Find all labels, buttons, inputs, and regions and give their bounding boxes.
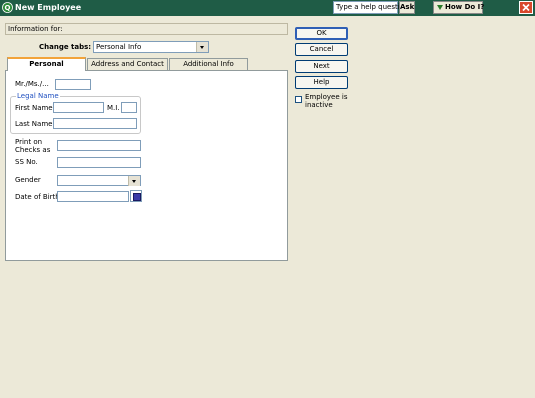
dob-label: Date of Birth (15, 193, 60, 201)
ask-button[interactable]: Ask (399, 1, 415, 14)
tab-personal[interactable]: Personal (7, 57, 86, 71)
salutation-input[interactable] (55, 79, 91, 90)
change-tabs-value: Personal Info (96, 43, 142, 51)
print-on-checks-label-line2: Checks as (15, 146, 51, 154)
close-icon (522, 3, 530, 12)
calendar-button[interactable] (130, 190, 142, 202)
info-label: Information for: (8, 25, 63, 33)
first-name-label: First Name (15, 104, 53, 112)
how-do-i-button[interactable]: How Do I? (433, 1, 485, 14)
next-button[interactable]: Next (295, 60, 348, 73)
middle-initial-label: M.I. (107, 104, 120, 112)
chevron-down-icon (132, 180, 136, 183)
triangle-down-icon (437, 5, 443, 10)
employee-inactive-label: Employee is inactive (305, 93, 348, 109)
app-icon: Q (2, 2, 13, 13)
last-name-label: Last Name (15, 120, 53, 128)
dob-input[interactable] (57, 191, 129, 202)
change-tabs-select[interactable]: Personal Info (93, 41, 209, 53)
ok-button[interactable]: OK (295, 27, 348, 40)
gender-select[interactable] (57, 175, 141, 186)
change-tabs-label: Change tabs: (39, 43, 92, 51)
middle-initial-input[interactable] (121, 102, 137, 113)
first-name-input[interactable] (53, 102, 104, 113)
dropdown-button[interactable] (196, 42, 208, 52)
help-button[interactable]: Help (295, 76, 348, 89)
last-name-input[interactable] (53, 118, 137, 129)
calendar-icon (133, 193, 141, 201)
legal-name-title: Legal Name (16, 92, 60, 101)
tab-address-and-contact[interactable]: Address and Contact (87, 58, 168, 70)
help-search-input[interactable]: Type a help question (333, 1, 408, 14)
tab-additional-info[interactable]: Additional Info (169, 58, 248, 70)
ssn-input[interactable] (57, 157, 141, 168)
svg-text:Q: Q (5, 4, 11, 12)
cancel-button[interactable]: Cancel (295, 43, 348, 56)
chevron-down-icon (200, 46, 204, 49)
salutation-label: Mr./Ms./... (15, 80, 49, 88)
window-title: New Employee (15, 3, 82, 12)
close-button[interactable] (519, 1, 533, 14)
employee-inactive-checkbox[interactable] (295, 96, 302, 103)
ssn-label: SS No. (15, 158, 38, 166)
print-on-checks-input[interactable] (57, 140, 141, 151)
how-do-i-label: How Do I? (445, 3, 485, 11)
dropdown-button[interactable] (128, 176, 140, 186)
gender-label: Gender (15, 176, 41, 184)
